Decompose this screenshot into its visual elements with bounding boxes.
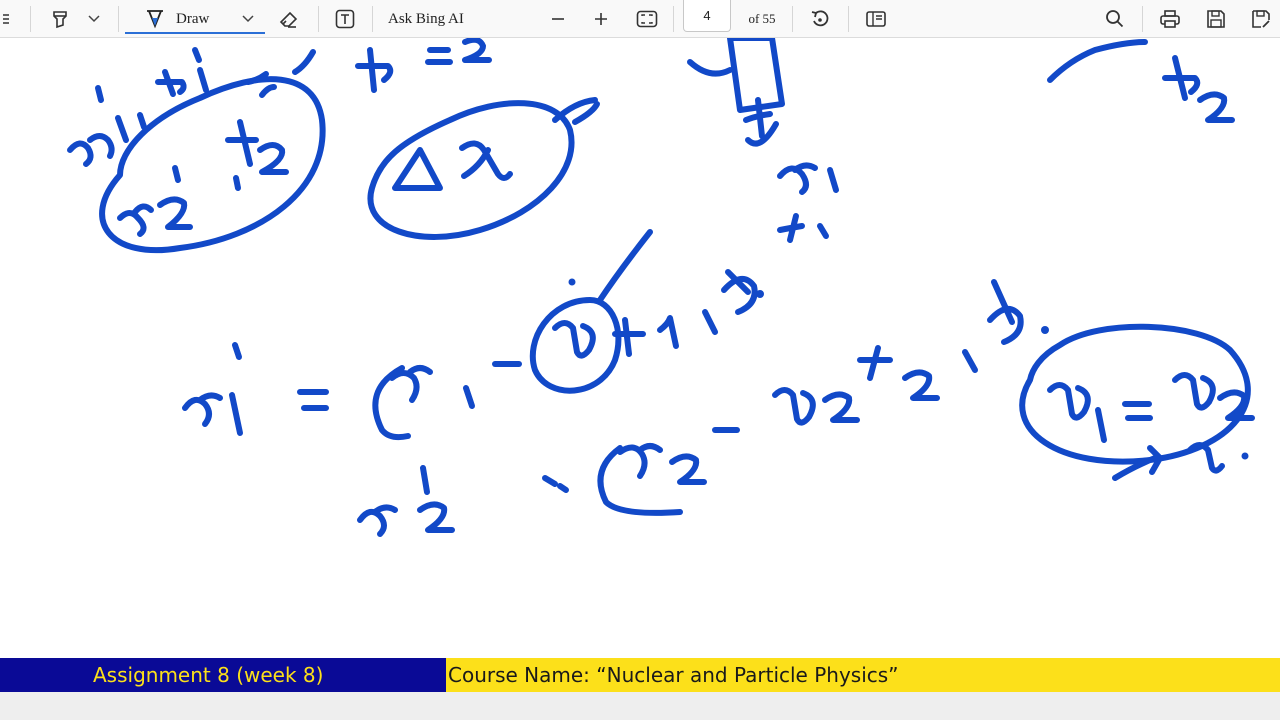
draw-label: Draw — [176, 0, 226, 38]
page-number-value: 4 — [703, 8, 711, 23]
ask-bing-button[interactable]: Ask Bing AI — [388, 0, 488, 38]
page-total-label: of 55 — [748, 11, 776, 26]
course-banner: Course Name: “Nuclear and Particle Physi… — [446, 658, 1280, 692]
handwritten-annotations — [67, 35, 1255, 537]
text-box-icon[interactable] — [331, 0, 359, 38]
draw-pen-icon — [142, 0, 168, 38]
highlight-icon[interactable] — [46, 0, 74, 38]
course-name-label: Course Name: “Nuclear and Particle Physi… — [448, 663, 899, 687]
toolbar-separator — [318, 6, 319, 32]
slide-footer: Assignment 8 (week 8) Course Name: “Nucl… — [0, 658, 1280, 692]
toolbar-separator — [848, 6, 849, 32]
viewer-bottom-margin — [0, 692, 1280, 720]
rotate-icon[interactable] — [806, 0, 834, 38]
page-total: of 55 — [742, 0, 782, 38]
pdf-page[interactable] — [0, 35, 1280, 658]
toolbar-separator — [792, 6, 793, 32]
pdf-toolbar: Draw Ask Bing AI 4 of 55 — [0, 0, 1280, 38]
toolbar-separator — [118, 6, 119, 32]
menu-icon[interactable] — [0, 0, 12, 38]
assignment-banner: Assignment 8 (week 8) — [0, 658, 446, 692]
highlight-dropdown-icon[interactable] — [84, 0, 104, 38]
ask-bing-label: Ask Bing AI — [388, 10, 464, 27]
save-icon[interactable] — [1203, 0, 1229, 38]
search-icon[interactable] — [1102, 0, 1128, 38]
save-as-icon[interactable] — [1248, 0, 1274, 38]
draw-label-text: Draw — [176, 10, 210, 27]
zoom-in-icon[interactable] — [589, 0, 613, 38]
toolbar-separator — [673, 6, 674, 32]
toolbar-separator — [30, 6, 31, 32]
eraser-icon[interactable] — [275, 0, 303, 38]
zoom-out-icon[interactable] — [546, 0, 570, 38]
page-view-icon[interactable] — [862, 0, 890, 38]
page-number-input[interactable]: 4 — [683, 0, 731, 32]
draw-dropdown-icon[interactable] — [238, 0, 258, 38]
toolbar-separator — [372, 6, 373, 32]
toolbar-separator — [1142, 6, 1143, 32]
fit-page-icon[interactable] — [633, 0, 661, 38]
assignment-label: Assignment 8 (week 8) — [93, 663, 324, 687]
print-icon[interactable] — [1157, 0, 1183, 38]
